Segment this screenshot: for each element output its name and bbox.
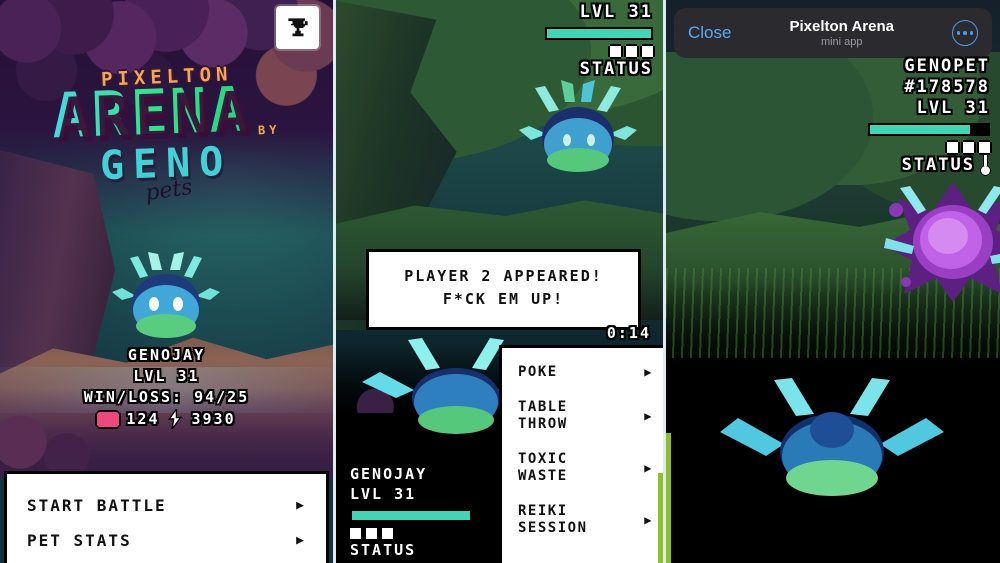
- genopet-back-sprite: [720, 378, 944, 499]
- gem-value: 124: [126, 410, 160, 428]
- player-hud-name: GENOJAY: [350, 465, 428, 483]
- player-status-label: STATUS: [350, 541, 417, 559]
- panel-mini-app: Close Pixelton Arena mini app GENOPET #1…: [666, 0, 1000, 563]
- menu-item-start-battle[interactable]: START BATTLE ▶: [23, 488, 310, 523]
- player-hud: GENOJAY LVL 31 STATUS: [350, 465, 472, 559]
- more-options-icon[interactable]: [952, 20, 978, 46]
- genopet-hud: GENOPET #178578 LVL 31 STATUS: [868, 56, 990, 175]
- miniapp-title: Pixelton Arena: [789, 18, 894, 35]
- gem-icon: [97, 411, 120, 427]
- action-poke[interactable]: POKE ▶: [518, 364, 653, 382]
- close-button[interactable]: Close: [688, 23, 731, 43]
- genopet-id: #178578: [904, 77, 990, 97]
- title-arena: ARENA: [50, 72, 250, 153]
- dialog-line-2: F*CK EM UP!: [442, 290, 565, 309]
- genopet-status-squares: [868, 142, 990, 153]
- player-status-squares: [350, 528, 472, 539]
- chevron-right-icon: ▶: [296, 533, 306, 548]
- miniapp-header: Close Pixelton Arena mini app: [674, 8, 992, 58]
- game-title: PIXELTON ARENA BY GENO: [0, 63, 333, 189]
- action-table-throw[interactable]: TABLE THROW ▶: [518, 399, 653, 434]
- chevron-right-icon: ▶: [644, 460, 653, 475]
- title-by: BY: [258, 122, 282, 138]
- main-menu: START BATTLE ▶ PET STATS ▶: [4, 471, 329, 563]
- chevron-right-icon: ▶: [644, 512, 653, 527]
- action-label: POKE: [518, 364, 558, 380]
- player-stats-block: GENOJAY LVL 31 WIN/LOSS: 94/25 124 3930: [0, 346, 333, 429]
- genopet-status-label: STATUS: [901, 155, 975, 175]
- enemy-purple-sprite: [882, 182, 1000, 302]
- menu-item-label: PET STATS: [27, 531, 132, 550]
- action-toxic-waste[interactable]: TOXIC WASTE ▶: [518, 451, 653, 486]
- panel-title-screen: PIXELTON ARENA BY GENO pets GENOJAY LVL …: [0, 0, 333, 563]
- menu-item-pet-stats[interactable]: PET STATS ▶: [23, 523, 310, 558]
- miniapp-subtitle: mini app: [820, 36, 863, 48]
- player-name: GENOJAY: [127, 346, 206, 364]
- screenshot-root: PIXELTON ARENA BY GENO pets GENOJAY LVL …: [0, 0, 1000, 563]
- trophy-icon: [287, 17, 308, 36]
- enemy-status-squares: [545, 46, 653, 57]
- miniapp-titles: Pixelton Arena mini app: [731, 18, 952, 48]
- enemy-hud: LVL 31 STATUS: [545, 2, 653, 79]
- chevron-right-icon: ▶: [644, 365, 653, 380]
- enemy-level: LVL 31: [579, 2, 653, 22]
- player-health-bar: [350, 509, 472, 522]
- edge-accent-right: [658, 473, 663, 563]
- player-winloss: WIN/LOSS: 94/25: [83, 388, 250, 406]
- battle-timer: 0:14: [606, 324, 651, 342]
- trophy-button[interactable]: [276, 6, 319, 49]
- bolt-value: 3930: [191, 410, 236, 428]
- enemy-pet-sprite: [519, 80, 637, 174]
- battle-action-menu: POKE ▶ TABLE THROW ▶ TOXIC WASTE ▶ REIKI…: [499, 345, 663, 563]
- genopet-name: GENOPET: [904, 56, 990, 76]
- player-level: LVL 31: [133, 367, 200, 385]
- dialog-line-1: PLAYER 2 APPEARED!: [404, 267, 603, 285]
- menu-item-label: START BATTLE: [27, 496, 167, 515]
- player-pet-sprite: [112, 252, 220, 339]
- lightning-bolt-icon: [168, 409, 183, 429]
- panel-battle-screen: LVL 31 STATUS PLAYER 2 APPEARED! F*CK EM…: [333, 0, 666, 563]
- battle-dialog-box: PLAYER 2 APPEARED! F*CK EM UP!: [366, 249, 641, 330]
- chevron-right-icon: ▶: [296, 498, 306, 513]
- action-label: TABLE THROW: [518, 398, 568, 433]
- action-reiki-session[interactable]: REIKI SESSION ▶: [518, 503, 653, 538]
- player-currency-row: 124 3930: [0, 409, 333, 429]
- edge-accent-left: [666, 433, 671, 563]
- genopet-health-bar: [868, 123, 990, 136]
- action-label: TOXIC WASTE: [518, 450, 568, 485]
- genopet-status-row: STATUS: [868, 155, 990, 175]
- player-hud-level: LVL 31: [350, 485, 417, 503]
- enemy-health-bar: [545, 27, 653, 40]
- chevron-right-icon: ▶: [644, 408, 653, 423]
- thermometer-icon: [981, 155, 990, 175]
- action-label: REIKI SESSION: [518, 502, 588, 537]
- genopet-level: LVL 31: [916, 98, 990, 118]
